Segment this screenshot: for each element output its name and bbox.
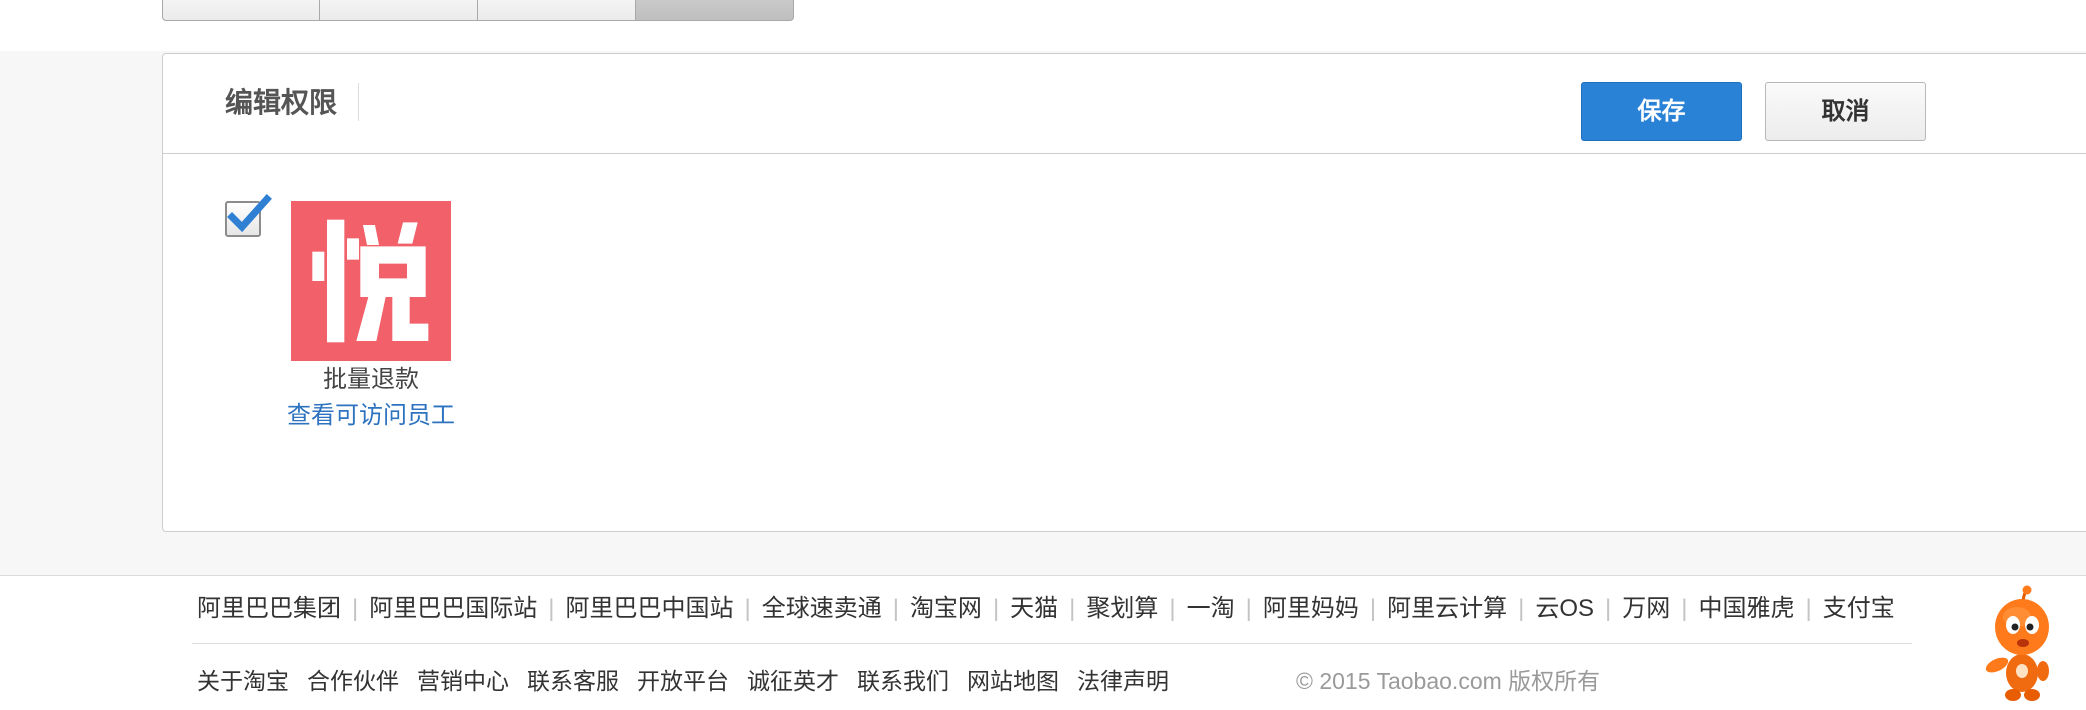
footer-link[interactable]: 阿里妈妈 xyxy=(1263,593,1359,625)
page-title: 编辑权限 xyxy=(225,87,338,118)
footer-link[interactable]: 一淘 xyxy=(1187,593,1235,625)
link-separator: | xyxy=(744,595,751,622)
link-separator: | xyxy=(1605,595,1612,622)
footer-link[interactable]: 云OS xyxy=(1535,593,1594,625)
checkmark-icon xyxy=(227,194,272,233)
link-separator: | xyxy=(1069,595,1076,622)
yue-app-logo-icon[interactable] xyxy=(291,201,451,361)
footer-link[interactable]: 聚划算 xyxy=(1086,593,1158,625)
alibaba-group-links: 阿里巴巴集团 | 阿里巴巴国际站 | 阿里巴巴中国站 | 全球速卖通 | 淘宝网… xyxy=(197,593,1895,625)
cancel-button[interactable]: 取消 xyxy=(1765,82,1926,141)
save-button[interactable]: 保存 xyxy=(1581,82,1742,141)
link-separator: | xyxy=(1805,595,1812,622)
link-separator: | xyxy=(992,595,1000,622)
view-staff-link[interactable]: 查看可访问员工 xyxy=(251,400,491,432)
footer-link[interactable]: 阿里巴巴集团 xyxy=(197,593,341,625)
footer-link[interactable]: 营销中心 xyxy=(417,665,509,697)
link-separator: | xyxy=(1169,595,1176,622)
tab-2[interactable] xyxy=(320,0,478,21)
edit-permission-panel: 编辑权限 保存 取消 批量退款 查看可访问员工 xyxy=(162,53,2086,532)
link-separator: | xyxy=(548,595,555,622)
link-separator: | xyxy=(1518,595,1525,622)
tab-strip xyxy=(162,0,794,21)
footer-link[interactable]: 全球速卖通 xyxy=(762,593,882,625)
footer-link[interactable]: 关于淘宝 xyxy=(197,665,289,697)
footer-link[interactable]: 中国雅虎 xyxy=(1699,593,1795,625)
footer-link[interactable]: 阿里巴巴中国站 xyxy=(565,593,733,625)
link-separator: | xyxy=(892,595,899,622)
footer-link[interactable]: 天猫 xyxy=(1010,593,1058,625)
footer-link[interactable]: 支付宝 xyxy=(1823,593,1895,625)
link-separator: | xyxy=(1681,595,1688,622)
footer-link[interactable]: 网站地图 xyxy=(967,665,1059,697)
link-separator: | xyxy=(1369,595,1377,622)
footer-link[interactable]: 联系客服 xyxy=(527,665,619,697)
tab-3[interactable] xyxy=(478,0,636,21)
footer-link[interactable]: 淘宝网 xyxy=(910,593,982,625)
footer-link[interactable]: 合作伙伴 xyxy=(307,665,399,697)
title-divider xyxy=(358,83,359,121)
site-links: 关于淘宝 合作伙伴 营销中心 联系客服 开放平台 诚征英才 联系我们 网站地图 … xyxy=(197,665,1187,697)
app-name: 批量退款 xyxy=(323,366,419,393)
tab-4[interactable] xyxy=(636,0,794,21)
link-separator: | xyxy=(352,595,359,622)
taobao-mascot-icon xyxy=(1985,585,2049,701)
footer-link[interactable]: 开放平台 xyxy=(637,665,729,697)
footer-link[interactable]: 阿里云计算 xyxy=(1387,593,1507,625)
footer-top-border xyxy=(0,575,2086,576)
footer-link[interactable]: 法律声明 xyxy=(1077,665,1169,697)
footer-divider xyxy=(192,643,1912,644)
footer-link[interactable]: 诚征英才 xyxy=(747,665,839,697)
panel-header: 编辑权限 保存 取消 xyxy=(163,54,2086,154)
tab-1[interactable] xyxy=(162,0,320,21)
link-separator: | xyxy=(1245,595,1252,622)
copyright-text: © 2015 Taobao.com 版权所有 xyxy=(1296,668,1601,694)
footer-link[interactable]: 阿里巴巴国际站 xyxy=(369,593,537,625)
footer-link[interactable]: 万网 xyxy=(1622,593,1670,625)
footer-link[interactable]: 联系我们 xyxy=(857,665,949,697)
app-checkbox[interactable] xyxy=(225,194,272,237)
